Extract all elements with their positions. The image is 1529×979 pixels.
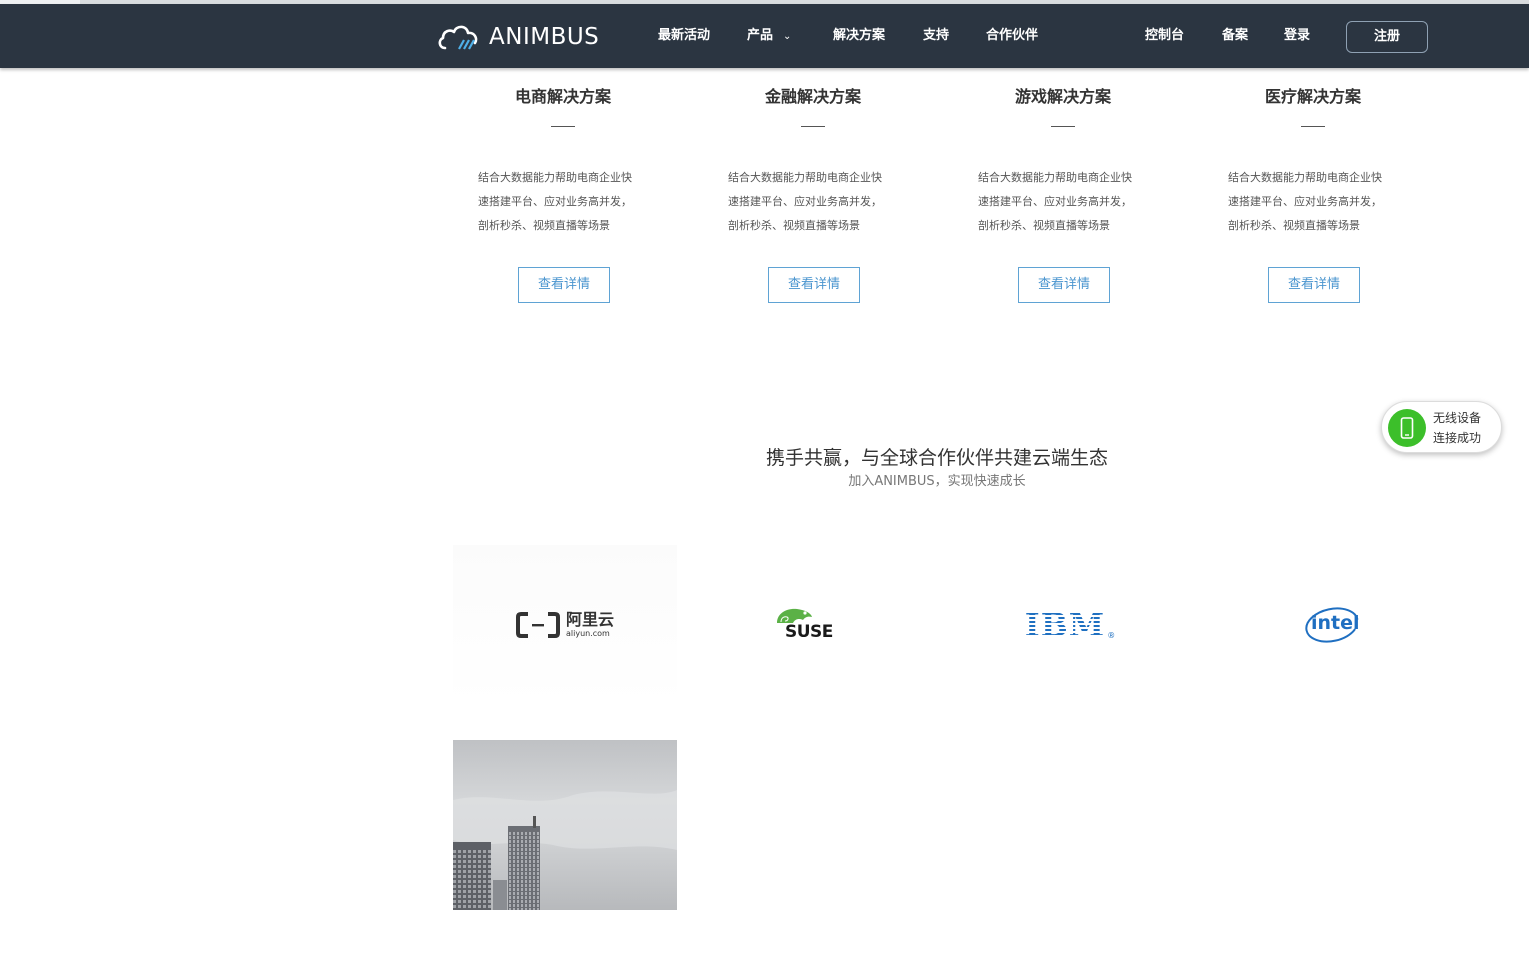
- partner-logo-ibm[interactable]: IBM ®: [953, 545, 1177, 705]
- desc-line: 剖析秒杀、视频直播等场景: [1228, 219, 1360, 232]
- solution-card: 游戏解决方案 结合大数据能力帮助电商企业快 速搭建平台、应对业务高并发， 剖析秒…: [938, 86, 1188, 303]
- ibm-wordmark: IBM: [1024, 606, 1106, 644]
- city-building-image: [453, 740, 677, 910]
- desc-line: 速搭建平台、应对业务高并发，: [978, 195, 1132, 208]
- phone-icon: [1388, 409, 1426, 447]
- nav-item-console[interactable]: 控制台: [1145, 4, 1184, 68]
- desc-line: 速搭建平台、应对业务高并发，: [478, 195, 632, 208]
- brand-name: ANIMBUS: [489, 24, 600, 50]
- nav-item-solutions[interactable]: 解决方案: [833, 4, 885, 68]
- partners-subtitle: 加入ANIMBUS，实现快速成长: [848, 474, 1026, 489]
- aliyun-domain: aliyun.com: [565, 629, 610, 638]
- desc-line: 剖析秒杀、视频直播等场景: [978, 219, 1110, 232]
- partner-logo-suse[interactable]: SUSE: [703, 545, 927, 705]
- toast-line-1: 无线设备: [1433, 411, 1482, 425]
- desc-line: 速搭建平台、应对业务高并发，: [728, 195, 882, 208]
- divider: [551, 126, 575, 127]
- view-details-button[interactable]: 查看详情: [518, 267, 610, 303]
- view-details-button[interactable]: 查看详情: [1018, 267, 1110, 303]
- brand-logo[interactable]: ANIMBUS: [437, 22, 599, 52]
- nav-item-partners[interactable]: 合作伙伴: [986, 4, 1038, 68]
- nav-item-login[interactable]: 登录: [1284, 4, 1310, 68]
- ibm-logo: IBM ®: [1024, 606, 1115, 644]
- solution-card: 金融解决方案 结合大数据能力帮助电商企业快 速搭建平台、应对业务高并发， 剖析秒…: [688, 86, 938, 303]
- toast-line-2: 连接成功: [1433, 431, 1482, 445]
- solution-card: 医疗解决方案 结合大数据能力帮助电商企业快 速搭建平台、应对业务高并发， 剖析秒…: [1188, 86, 1438, 303]
- nav-item-filing[interactable]: 备案: [1222, 4, 1248, 68]
- solution-description: 结合大数据能力帮助电商企业快 速搭建平台、应对业务高并发， 剖析秒杀、视频直播等…: [478, 166, 658, 238]
- desc-line: 速搭建平台、应对业务高并发，: [1228, 195, 1382, 208]
- solution-title: 医疗解决方案: [1264, 87, 1361, 106]
- divider: [1051, 126, 1075, 127]
- view-details-button[interactable]: 查看详情: [768, 267, 860, 303]
- suse-wordmark: SUSE: [785, 622, 833, 642]
- solution-description: 结合大数据能力帮助电商企业快 速搭建平台、应对业务高并发， 剖析秒杀、视频直播等…: [978, 166, 1158, 238]
- aliyun-logo: 阿里云 aliyun.com: [515, 610, 614, 639]
- divider: [1301, 126, 1325, 127]
- cloud-logo-icon: [438, 25, 478, 50]
- divider: [801, 126, 825, 127]
- nav-item-products[interactable]: 产品 ⌄: [747, 4, 791, 68]
- partner-logo-aliyun[interactable]: 阿里云 aliyun.com: [453, 545, 677, 705]
- solution-title: 电商解决方案: [514, 87, 611, 106]
- registered-icon: ®: [1107, 631, 1116, 640]
- desc-line: 结合大数据能力帮助电商企业快: [978, 171, 1132, 184]
- solution-card: 电商解决方案 结合大数据能力帮助电商企业快 速搭建平台、应对业务高并发， 剖析秒…: [438, 86, 688, 303]
- top-navbar: ANIMBUS 最新活动 产品 ⌄ 解决方案 支持 合作伙伴 控制台 备案 登录 …: [0, 4, 1529, 68]
- device-connected-toast[interactable]: 无线设备 连接成功: [1381, 401, 1502, 453]
- intel-logo: intel: [1303, 605, 1361, 645]
- solution-title: 游戏解决方案: [1014, 87, 1111, 106]
- partners-title: 携手共赢，与全球合作伙伴共建云端生态: [765, 447, 1108, 469]
- desc-line: 结合大数据能力帮助电商企业快: [728, 171, 882, 184]
- chevron-down-icon: ⌄: [783, 31, 792, 42]
- skyline-graphic: [453, 790, 677, 910]
- view-details-button[interactable]: 查看详情: [1268, 267, 1360, 303]
- suse-logo: SUSE: [775, 605, 855, 645]
- desc-line: 结合大数据能力帮助电商企业快: [1228, 171, 1382, 184]
- desc-line: 剖析秒杀、视频直播等场景: [478, 219, 610, 232]
- toast-message: 无线设备 连接成功: [1433, 408, 1481, 448]
- register-button[interactable]: 注册: [1346, 21, 1428, 53]
- solution-title: 金融解决方案: [764, 87, 861, 106]
- nav-item-products-label: 产品: [747, 28, 774, 43]
- intel-wordmark: intel: [1311, 612, 1360, 634]
- solution-description: 结合大数据能力帮助电商企业快 速搭建平台、应对业务高并发， 剖析秒杀、视频直播等…: [728, 166, 908, 238]
- aliyun-name: 阿里云: [565, 610, 614, 629]
- solution-description: 结合大数据能力帮助电商企业快 速搭建平台、应对业务高并发， 剖析秒杀、视频直播等…: [1228, 166, 1408, 238]
- desc-line: 结合大数据能力帮助电商企业快: [478, 171, 632, 184]
- aliyun-bracket-icon: [515, 612, 560, 638]
- desc-line: 剖析秒杀、视频直播等场景: [728, 219, 860, 232]
- nav-item-latest[interactable]: 最新活动: [658, 4, 710, 68]
- partner-logo-intel[interactable]: intel: [1220, 545, 1444, 705]
- nav-item-support[interactable]: 支持: [923, 4, 949, 68]
